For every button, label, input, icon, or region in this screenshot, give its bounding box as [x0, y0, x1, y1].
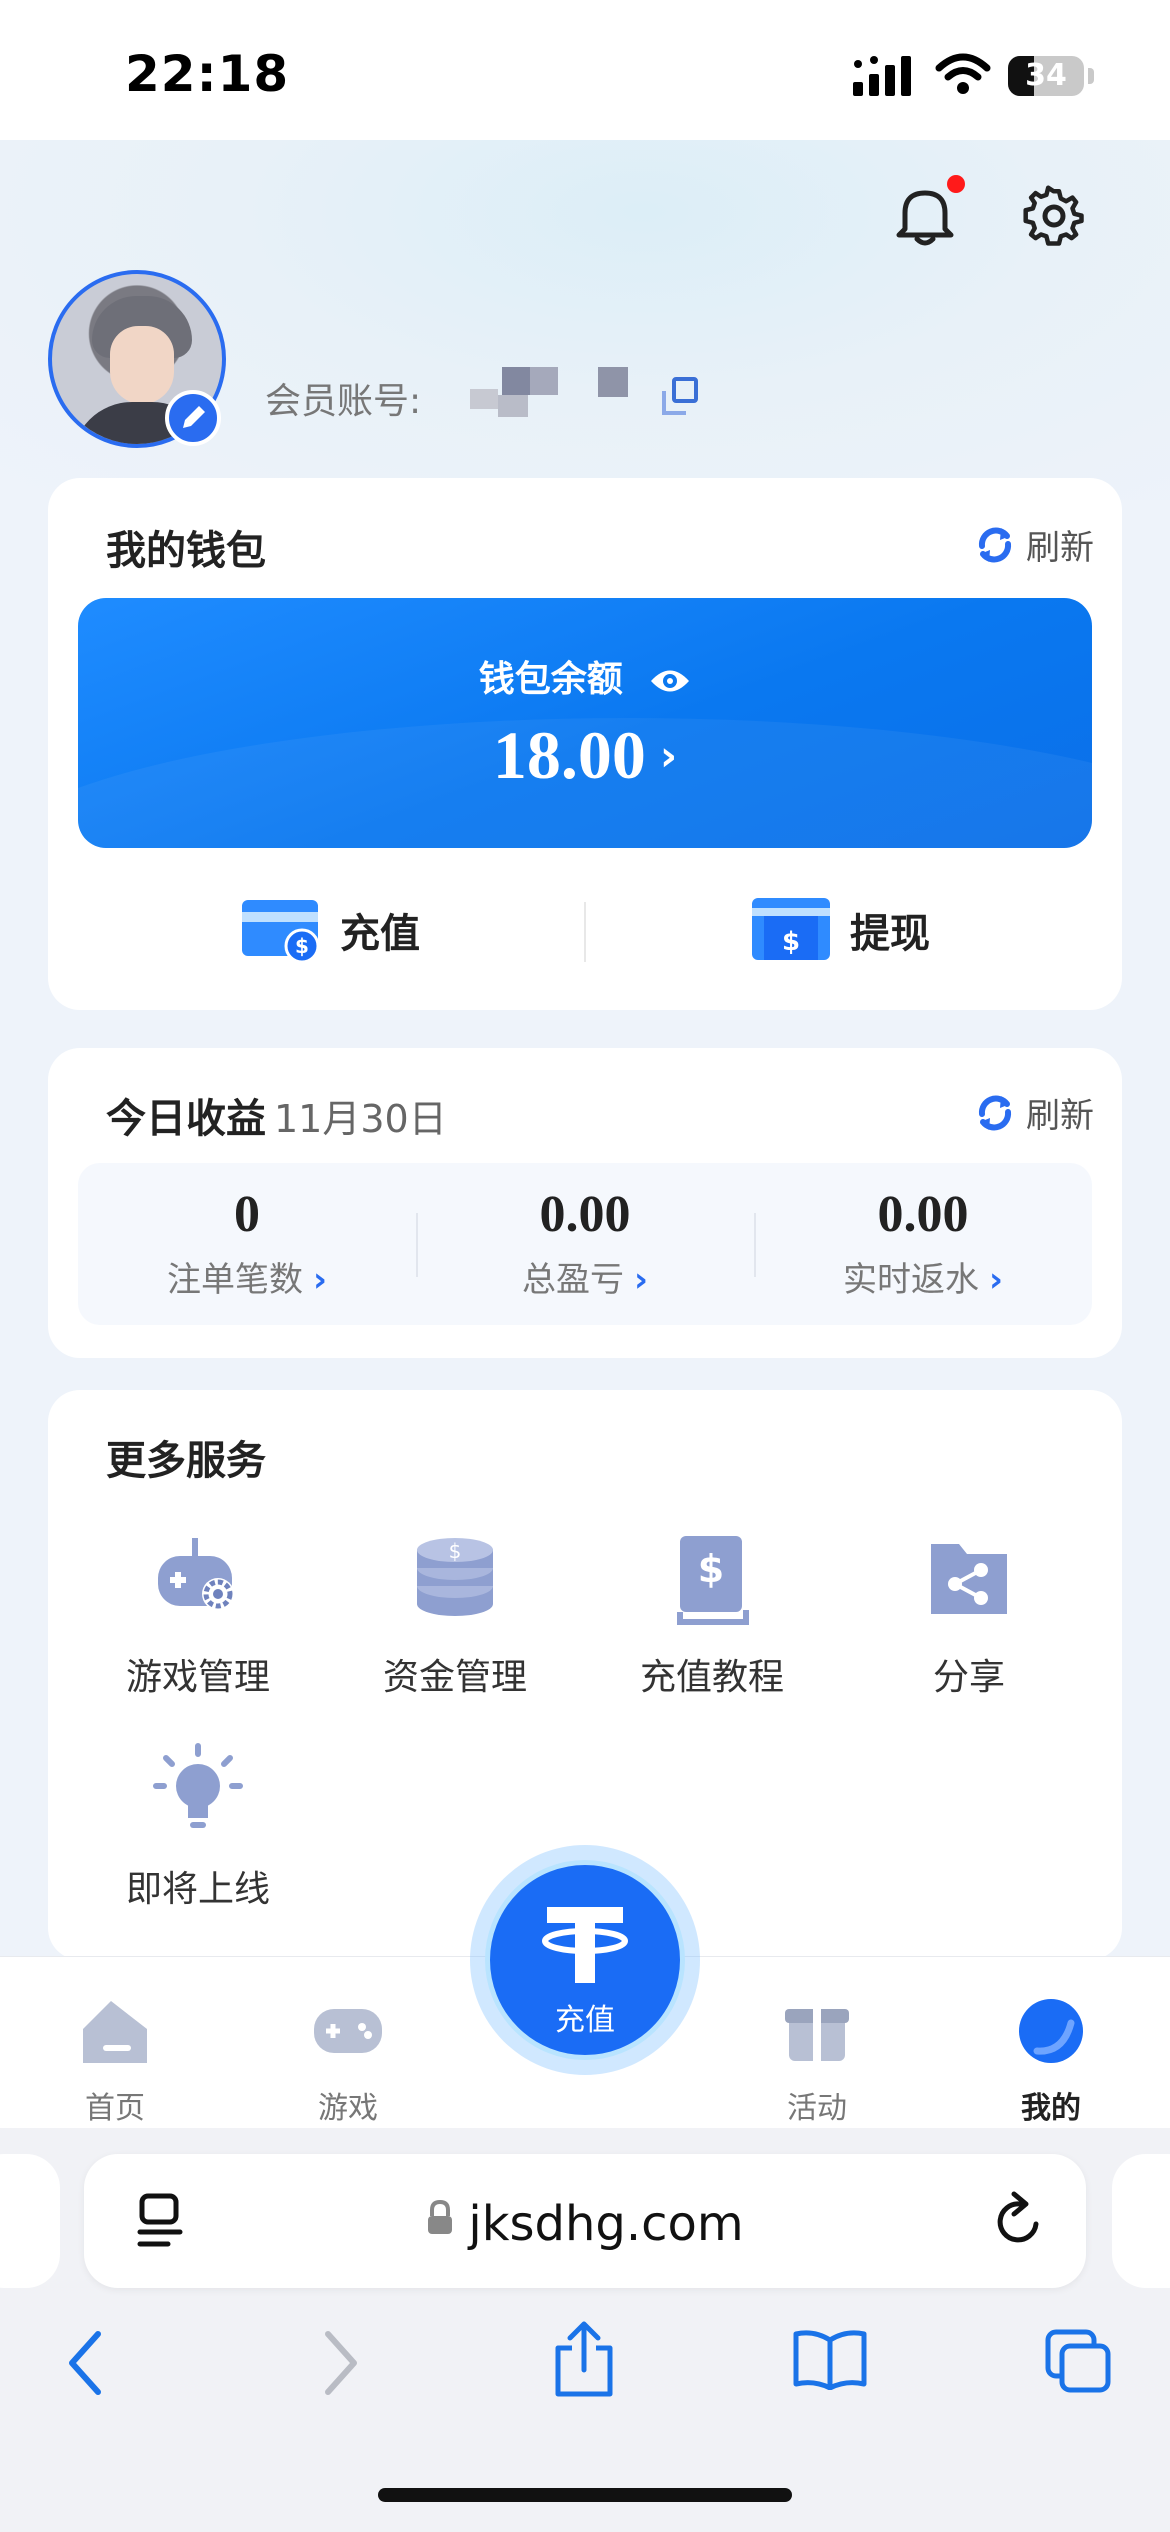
stat-value: 0.00: [539, 1186, 631, 1243]
status-time: 22:18: [125, 45, 290, 103]
gift-icon: [785, 2009, 849, 2061]
copy-icon[interactable]: [660, 375, 700, 417]
tab-games[interactable]: 游戏: [278, 1993, 418, 2127]
home-indicator[interactable]: [378, 2488, 792, 2502]
service-label: 资金管理: [382, 1657, 527, 1698]
income-stats: 0 注单笔数 › 0.00 总盈亏 › 0.00 实时返水 ›: [78, 1163, 1092, 1325]
battery-icon: 34: [1008, 56, 1084, 96]
deposit-button[interactable]: $ 充值: [240, 896, 420, 964]
refresh-icon: [978, 1095, 1012, 1130]
tether-icon: [542, 1907, 628, 1983]
stat-label: 总盈亏 ›: [521, 1260, 648, 1300]
cellular-signal-icon: [853, 56, 911, 96]
account-label: 会员账号:: [265, 381, 422, 422]
service-deposit-tutorial[interactable]: $ 充值教程: [612, 1530, 812, 1700]
lock-icon: [428, 2200, 453, 2234]
masked-account-number: [470, 367, 628, 417]
svg-text:$: $: [782, 927, 800, 957]
chevron-right-icon: ›: [312, 1260, 327, 1300]
wallet-refresh-button[interactable]: 刷新: [974, 520, 1094, 569]
wallet-title: 我的钱包: [82, 518, 266, 576]
forward-icon[interactable]: [320, 2328, 360, 2398]
share-icon[interactable]: [552, 2320, 616, 2398]
svg-text:$: $: [698, 1547, 724, 1591]
services-title: 更多服务: [82, 1428, 266, 1486]
stat-rebate[interactable]: 0.00 实时返水 ›: [754, 1163, 1092, 1325]
today-income-card: 今日收益 11月30日 刷新 0 注单笔数 › 0.00 总盈亏 › 0.00 实时返…: [48, 1048, 1122, 1358]
income-title: 今日收益 11月30日: [82, 1086, 447, 1144]
gamepad-gear-icon: [158, 1538, 234, 1610]
edit-avatar-button[interactable]: [165, 390, 221, 446]
home-icon: [83, 2001, 147, 2063]
previous-tab-peek[interactable]: [0, 2154, 60, 2288]
book-dollar-icon: $: [677, 1536, 749, 1625]
income-refresh-label: 刷新: [1026, 1096, 1094, 1136]
profile-icon: [1019, 1999, 1083, 2063]
stat-value: 0.00: [877, 1186, 969, 1243]
service-label: 游戏管理: [125, 1657, 270, 1698]
stat-total-profit[interactable]: 0.00 总盈亏 ›: [416, 1163, 754, 1325]
balance-panel[interactable]: 钱包余额 18.00 ›: [78, 598, 1092, 848]
stat-label: 实时返水 ›: [842, 1260, 1003, 1300]
lightbulb-icon: [153, 1743, 243, 1828]
chevron-right-icon: ›: [988, 1260, 1003, 1300]
eye-icon[interactable]: [649, 666, 691, 696]
stat-value: 0: [234, 1186, 260, 1243]
battery-tip: [1088, 68, 1094, 84]
deposit-card-icon: $: [242, 900, 320, 964]
gamepad-icon: [314, 2009, 382, 2053]
tab-activity[interactable]: 活动: [747, 1993, 887, 2127]
wallet-refresh-label: 刷新: [1026, 528, 1094, 568]
bookmarks-icon[interactable]: [792, 2328, 868, 2390]
browser-toolbar: jksdhg.com: [0, 2128, 1170, 2532]
svg-text:$: $: [295, 934, 309, 958]
service-share[interactable]: 分享: [869, 1530, 1069, 1700]
service-fund-management[interactable]: $ 资金管理: [355, 1530, 555, 1700]
refresh-icon: [978, 527, 1012, 562]
stat-label: 注单笔数 ›: [166, 1260, 327, 1300]
service-coming-soon[interactable]: 即将上线: [98, 1742, 298, 1912]
pencil-icon: [183, 406, 205, 428]
address-bar[interactable]: jksdhg.com: [84, 2154, 1086, 2288]
wallet-card: 我的钱包 刷新 钱包余额 18.00 › $ 充值 $ 提现: [48, 478, 1122, 1010]
wifi-icon: [935, 53, 991, 94]
chevron-right-icon: ›: [659, 731, 678, 780]
tab-profile[interactable]: 我的: [981, 1993, 1121, 2127]
income-date: 11月30日: [274, 1097, 447, 1141]
gear-icon[interactable]: [1023, 185, 1085, 247]
tabs-icon[interactable]: [1044, 2328, 1114, 2394]
chevron-right-icon: ›: [633, 1260, 648, 1300]
service-game-management[interactable]: 游戏管理: [98, 1530, 298, 1700]
url-text: jksdhg.com: [84, 2196, 1086, 2252]
fab-label: 充值: [555, 2003, 615, 2038]
tab-home[interactable]: 首页: [45, 1993, 185, 2127]
back-icon[interactable]: [66, 2328, 106, 2398]
reload-icon[interactable]: [990, 2190, 1046, 2250]
service-label: 充值教程: [639, 1657, 784, 1698]
status-bar: 22:18 34: [0, 0, 1170, 140]
service-label: 即将上线: [125, 1869, 270, 1910]
withdraw-button[interactable]: $ 提现: [750, 896, 930, 964]
service-label: 分享: [932, 1657, 1005, 1698]
withdraw-card-icon: $: [752, 898, 830, 960]
share-folder-icon: [931, 1544, 1007, 1614]
action-divider: [584, 902, 586, 962]
notification-dot: [947, 175, 965, 193]
balance-value: 18.00 ›: [492, 717, 678, 793]
deposit-fab-button[interactable]: 充值: [485, 1860, 685, 2060]
balance-label: 钱包余额: [78, 650, 1092, 702]
battery-level: 34: [1025, 58, 1067, 93]
income-refresh-button[interactable]: 刷新: [974, 1088, 1094, 1137]
svg-text:$: $: [449, 1539, 462, 1563]
bell-icon[interactable]: [895, 185, 955, 247]
stat-bet-count[interactable]: 0 注单笔数 ›: [78, 1163, 416, 1325]
next-tab-peek[interactable]: [1112, 2154, 1170, 2288]
coin-stack-icon: $: [417, 1538, 493, 1616]
